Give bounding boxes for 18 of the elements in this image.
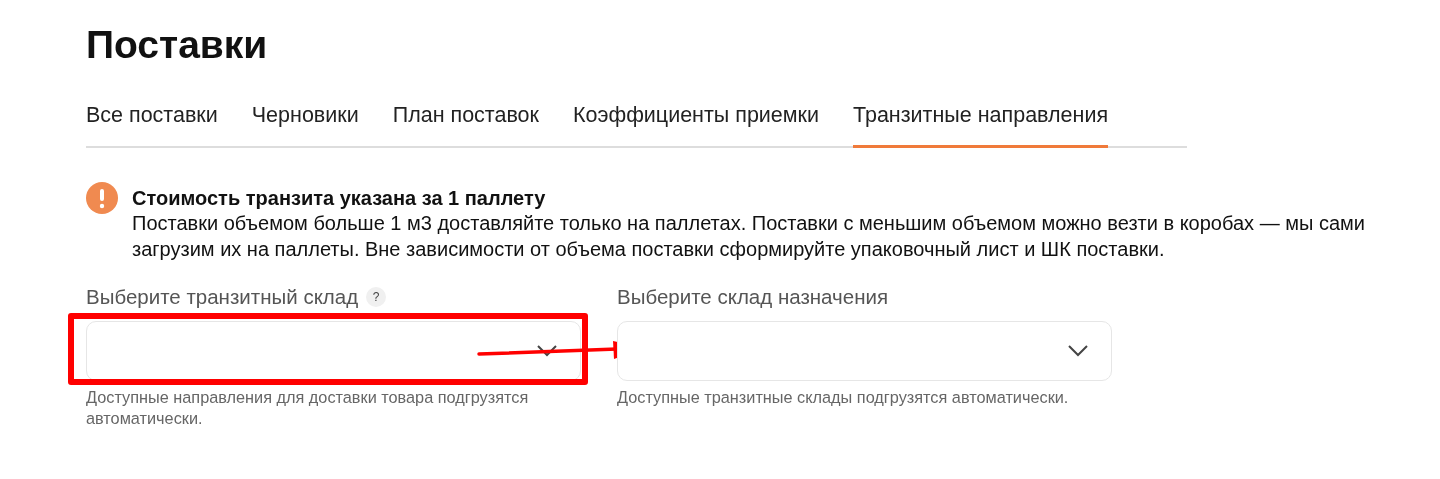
- select-field[interactable]: [86, 320, 581, 381]
- notice-text: Поставки объемом больше 1 м3 доставляйте только на паллетах. Поставки с меньшим объемом можно везти в коробах — мы сами загрузим их на паллеты. Вне зависимости от объема поставки сформируйте упаковочный лист и ШК поставки.: [132, 211, 1366, 263]
- chevron-down-icon: [536, 343, 558, 358]
- page-title: Поставки: [86, 22, 269, 68]
- field-hint: Доступные направления для доставки товара подгрузятся автоматически.: [86, 386, 530, 429]
- help-button[interactable]: ?: [366, 287, 387, 308]
- tab[interactable]: Черновики: [251, 98, 359, 149]
- chevron-down-icon: [1067, 343, 1089, 358]
- warning-icon: [86, 182, 118, 215]
- field-label: Выберите склад назначения: [617, 284, 888, 311]
- notice-title: Стоимость транзита указана за 1 паллету: [132, 186, 547, 211]
- tab[interactable]: Транзитные направления: [853, 98, 1109, 149]
- field-label: Выберите транзитный склад: [86, 284, 359, 311]
- tab[interactable]: Все поставки: [86, 98, 218, 149]
- tab[interactable]: Коэффициенты приемки: [573, 98, 820, 149]
- tab[interactable]: План поставок: [392, 98, 539, 149]
- field-hint: Доступные транзитные склады подгрузятся автоматически.: [617, 386, 1070, 408]
- select-field[interactable]: [617, 320, 1112, 381]
